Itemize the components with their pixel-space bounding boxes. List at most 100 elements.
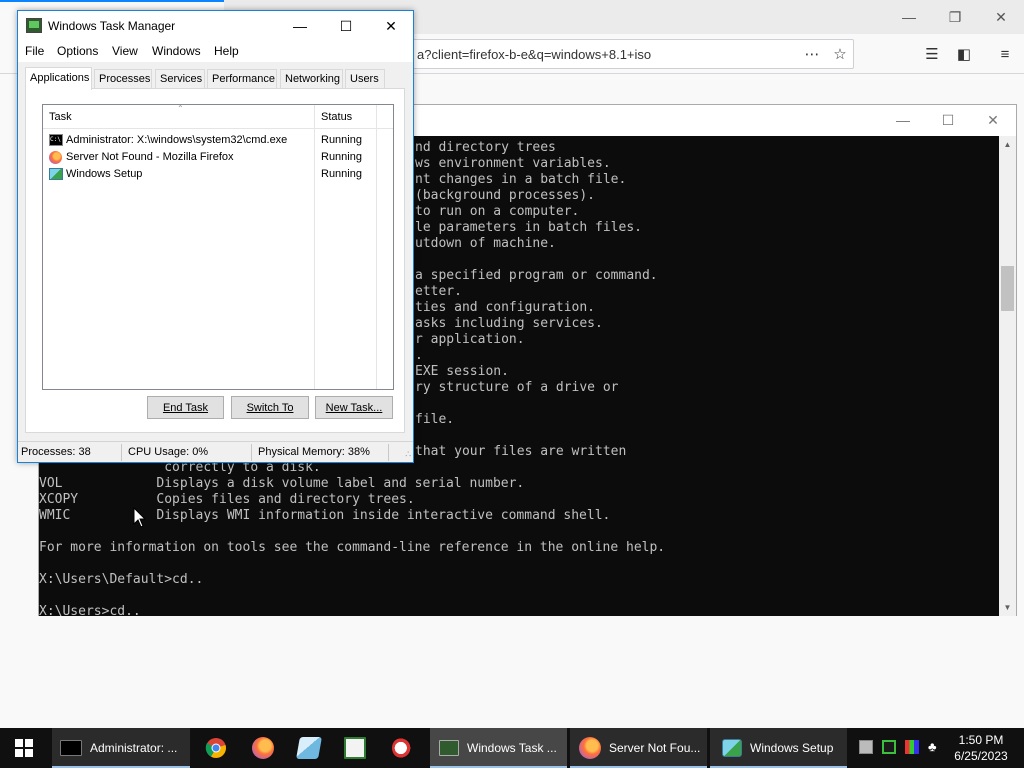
- more-icon[interactable]: ⋯: [801, 44, 823, 64]
- task-status: Running: [321, 134, 362, 146]
- cmd-scrollbar[interactable]: ▲ ▼: [999, 136, 1016, 616]
- resize-grip-icon[interactable]: ∴: [405, 449, 411, 460]
- color-app-icon[interactable]: [905, 740, 919, 754]
- bookmark-star-icon[interactable]: ☆: [829, 44, 851, 64]
- task-name: Administrator: X:\windows\system32\cmd.e…: [66, 134, 288, 146]
- firefox-icon: [252, 737, 274, 759]
- address-bar[interactable]: a?client=firefox-b-e&q=windows+8.1+iso ⋯…: [400, 39, 854, 69]
- taskbar-button-label: Windows Task ...: [467, 741, 557, 755]
- tab-services[interactable]: Services: [155, 69, 205, 89]
- table-row[interactable]: C:\ Administrator: X:\windows\system32\c…: [43, 132, 393, 149]
- tab-performance[interactable]: Performance: [207, 69, 277, 89]
- volume-muted-icon[interactable]: ♣: [928, 740, 942, 754]
- new-task-button[interactable]: New Task...: [315, 396, 393, 419]
- processes-count: Processes: 38: [21, 446, 91, 458]
- console-line: asks including services.: [415, 316, 603, 331]
- task-list[interactable]: ⌃ Task Status C:\ Administrator: X:\wind…: [42, 104, 394, 390]
- console-line: ties and configuration.: [415, 300, 596, 315]
- tab-users[interactable]: Users: [345, 69, 385, 89]
- firefox-close-icon[interactable]: ✕: [978, 0, 1024, 34]
- menu-windows[interactable]: Windows: [152, 44, 201, 58]
- applications-panel: ⌃ Task Status C:\ Administrator: X:\wind…: [25, 88, 405, 433]
- start-button[interactable]: [0, 728, 48, 768]
- column-status[interactable]: Status: [321, 111, 352, 123]
- console-line: etter.: [415, 284, 462, 299]
- taskbar-button-label: Administrator: ...: [90, 741, 178, 755]
- status-bar: Processes: 38 CPU Usage: 0% Physical Mem…: [18, 441, 413, 462]
- console-line: that your files are written: [415, 444, 627, 459]
- scroll-up-icon[interactable]: ▲: [999, 136, 1016, 153]
- pinned-spreadsheet[interactable]: [332, 728, 378, 768]
- taskbar-button-label: Server Not Fou...: [609, 741, 701, 755]
- scroll-thumb[interactable]: [1001, 266, 1014, 311]
- windows-logo-icon: [15, 739, 33, 757]
- console-line: a specified program or command.: [415, 268, 658, 283]
- console-line: ws environment variables.: [415, 156, 611, 171]
- console-line: EXE session.: [415, 364, 509, 379]
- console-line: ry structure of a drive or: [415, 380, 619, 395]
- cmd-icon: [60, 740, 82, 756]
- firefox-minimize-icon[interactable]: —: [886, 0, 932, 34]
- switch-to-button[interactable]: Switch To: [231, 396, 309, 419]
- console-line: (background processes).: [415, 188, 596, 203]
- menu-icon[interactable]: ≡: [993, 42, 1017, 66]
- task-manager-icon: [26, 18, 42, 33]
- menu-bar: File Options View Windows Help: [18, 41, 413, 62]
- taskbar-button-task-manager[interactable]: Windows Task ...: [430, 728, 567, 768]
- cmd-close-icon[interactable]: ✕: [970, 105, 1016, 135]
- paint-icon: [392, 737, 414, 759]
- cpu-usage: CPU Usage: 0%: [128, 446, 209, 458]
- pinned-notepad[interactable]: [286, 728, 332, 768]
- library-icon[interactable]: ☰: [920, 42, 944, 66]
- close-icon[interactable]: ✕: [368, 11, 414, 41]
- tab-networking[interactable]: Networking: [280, 69, 343, 89]
- task-list-header: ⌃ Task Status: [43, 104, 393, 129]
- status-divider: [388, 444, 389, 461]
- taskbar-button-cmd[interactable]: Administrator: ...: [52, 728, 190, 768]
- tab-processes[interactable]: Processes: [94, 69, 152, 89]
- pinned-paint[interactable]: [380, 728, 426, 768]
- status-divider: [121, 444, 122, 461]
- console-line: file.: [415, 412, 455, 427]
- minimize-icon[interactable]: —: [277, 11, 323, 41]
- task-status: Running: [321, 151, 362, 163]
- cmd-minimize-icon[interactable]: —: [880, 105, 926, 135]
- taskbar-button-setup[interactable]: Windows Setup: [710, 728, 847, 768]
- firefox-icon: [49, 151, 62, 164]
- console-line: utdown of machine.: [415, 236, 556, 251]
- console-line: For more information on tools see the co…: [39, 540, 666, 555]
- clock-time: 1:50 PM: [958, 733, 1004, 747]
- menu-options[interactable]: Options: [57, 44, 98, 58]
- column-task[interactable]: Task: [49, 111, 72, 123]
- clock-date: 6/25/2023: [954, 749, 1008, 763]
- sidebar-icon[interactable]: ◧: [952, 42, 976, 66]
- cmd-maximize-icon[interactable]: ☐: [925, 105, 971, 135]
- taskbar: Administrator: ... Windows Task ... Serv…: [0, 728, 1024, 768]
- spreadsheet-icon: [344, 737, 366, 759]
- end-task-button[interactable]: End Task: [147, 396, 224, 419]
- task-manager-icon: [439, 740, 459, 756]
- pinned-firefox[interactable]: [240, 728, 286, 768]
- menu-view[interactable]: View: [112, 44, 138, 58]
- firefox-restore-icon[interactable]: ❐: [932, 0, 978, 34]
- console-line: le parameters in batch files.: [415, 220, 642, 235]
- green-app-icon[interactable]: [882, 740, 896, 754]
- network-error-icon[interactable]: [859, 740, 873, 754]
- menu-file[interactable]: File: [25, 44, 44, 58]
- table-row[interactable]: Windows Setup Running: [43, 166, 393, 183]
- console-line: .: [415, 348, 423, 363]
- taskbar-button-firefox[interactable]: Server Not Fou...: [570, 728, 707, 768]
- physical-memory: Physical Memory: 38%: [258, 446, 370, 458]
- maximize-icon[interactable]: ☐: [323, 11, 369, 41]
- setup-icon: [722, 739, 742, 757]
- tab-applications[interactable]: Applications: [25, 67, 92, 90]
- task-manager-titlebar[interactable]: Windows Task Manager — ☐ ✕: [18, 11, 413, 41]
- console-line: WMIC Displays WMI information inside int…: [39, 508, 611, 523]
- menu-help[interactable]: Help: [214, 44, 239, 58]
- pinned-chrome[interactable]: [193, 728, 239, 768]
- console-line: r application.: [415, 332, 525, 347]
- scroll-down-icon[interactable]: ▼: [999, 599, 1016, 616]
- table-row[interactable]: Server Not Found - Mozilla Firefox Runni…: [43, 149, 393, 166]
- clock[interactable]: 1:50 PM 6/25/2023: [948, 732, 1014, 764]
- task-manager-window[interactable]: Windows Task Manager — ☐ ✕ File Options …: [17, 10, 414, 463]
